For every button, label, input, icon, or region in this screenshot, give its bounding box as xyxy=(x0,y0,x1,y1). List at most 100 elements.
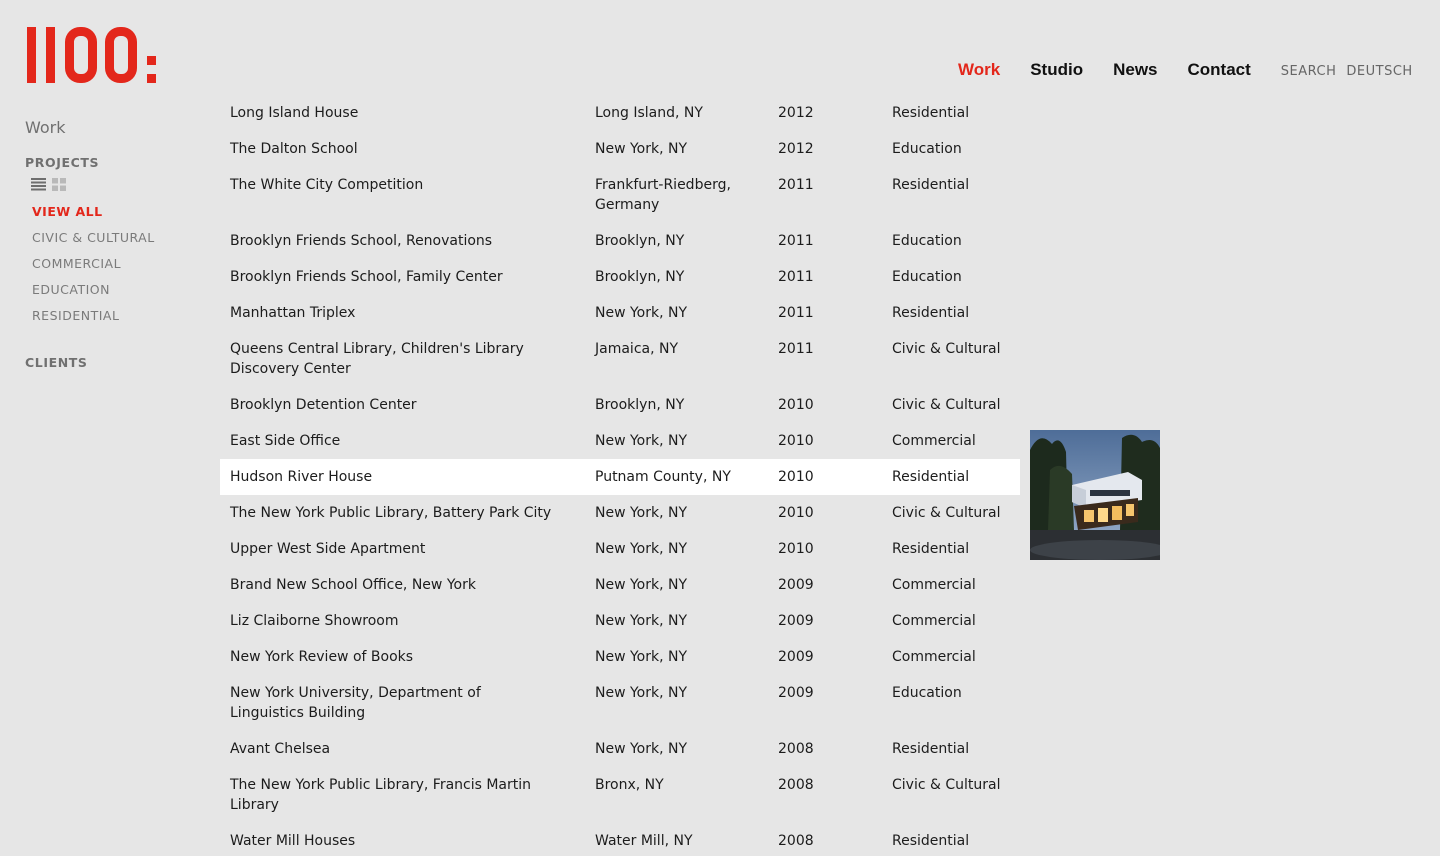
project-row[interactable]: Upper West Side Apartment New York, NY 201… xyxy=(220,531,1020,567)
project-year: 2012 xyxy=(778,141,814,157)
project-row-hovered[interactable]: Hudson River House Putnam County, NY 2010 R… xyxy=(220,459,1020,495)
project-location: Bronx, NY xyxy=(595,777,664,793)
project-location: New York, NY xyxy=(595,505,688,521)
project-year: 2011 xyxy=(778,233,814,249)
project-row[interactable]: East Side Office New York, NY 2010 Commerci… xyxy=(220,423,1020,459)
project-type: Residential xyxy=(892,177,970,193)
project-type: Education xyxy=(892,269,962,285)
project-location: Water Mill, NY xyxy=(595,833,693,849)
project-row[interactable]: Long Island House Long Island, NY 2012 Resi… xyxy=(220,95,1020,131)
projects-label[interactable]: PROJECTS xyxy=(25,155,205,170)
project-location: New York, NY xyxy=(595,433,688,449)
project-year: 2008 xyxy=(778,741,814,757)
project-year: 2011 xyxy=(778,177,814,193)
sidebar-title: Work xyxy=(25,118,66,137)
page: Work Studio News Contact SEARCH DEUTSCH … xyxy=(0,0,1440,856)
project-name: Water Mill Houses xyxy=(230,833,356,849)
project-row[interactable]: New York University, Department of Lingu… xyxy=(220,675,1020,731)
project-name: Brooklyn Friends School, Renovations xyxy=(230,233,493,249)
project-row[interactable]: The New York Public Library, Francis Mar… xyxy=(220,767,1020,823)
filter-residential[interactable]: RESIDENTIAL xyxy=(32,309,205,335)
project-row[interactable]: Brooklyn Friends School, Renovations Broo… xyxy=(220,223,1020,259)
project-type: Residential xyxy=(892,469,970,485)
project-location: New York, NY xyxy=(595,577,688,593)
grid-view-icon[interactable] xyxy=(52,178,66,191)
project-type: Education xyxy=(892,233,962,249)
project-row[interactable]: Brand New School Office, New York New Yor… xyxy=(220,567,1020,603)
project-name: Upper West Side Apartment xyxy=(230,541,426,557)
project-name: Brooklyn Detention Center xyxy=(230,397,417,413)
project-location: New York, NY xyxy=(595,685,688,701)
project-type: Commercial xyxy=(892,577,976,593)
project-year: 2009 xyxy=(778,613,814,629)
list-view-icon[interactable] xyxy=(31,178,46,191)
nav-contact[interactable]: Contact xyxy=(1188,60,1251,80)
project-name: Liz Claiborne Showroom xyxy=(230,613,399,629)
project-row[interactable]: Avant Chelsea New York, NY 2008 Residential xyxy=(220,731,1020,767)
sidebar: Work PROJECTS VIEW ALL CIVIC & CULTURAL … xyxy=(25,118,205,370)
project-row[interactable]: Liz Claiborne Showroom New York, NY 2009 Co… xyxy=(220,603,1020,639)
project-row[interactable]: Queens Central Library, Children's Libra… xyxy=(220,331,1020,387)
project-location: Putnam County, NY xyxy=(595,469,731,485)
project-name: Queens Central Library, Children's Libra… xyxy=(230,341,524,377)
logo-1100[interactable] xyxy=(25,26,160,84)
project-year: 2008 xyxy=(778,777,814,793)
project-row[interactable]: The Dalton School New York, NY 2012 Educati… xyxy=(220,131,1020,167)
project-name: The New York Public Library, Battery Par… xyxy=(230,505,552,521)
project-name: New York Review of Books xyxy=(230,649,414,665)
project-location: Brooklyn, NY xyxy=(595,233,685,249)
project-year: 2011 xyxy=(778,305,814,321)
project-row[interactable]: Water Mill Houses Water Mill, NY 2008 Resid… xyxy=(220,823,1020,856)
project-year: 2009 xyxy=(778,649,814,665)
project-list: Long Island House Long Island, NY 2012 Resi… xyxy=(220,95,1020,856)
project-name: Manhattan Triplex xyxy=(230,305,356,321)
project-year: 2010 xyxy=(778,541,814,557)
project-row[interactable]: Brooklyn Detention Center Brooklyn, NY 201… xyxy=(220,387,1020,423)
language-link[interactable]: DEUTSCH xyxy=(1346,64,1412,79)
project-year: 2009 xyxy=(778,577,814,593)
nav-studio[interactable]: Studio xyxy=(1030,60,1083,80)
project-type: Civic & Cultural xyxy=(892,777,1001,793)
project-row[interactable]: Manhattan Triplex New York, NY 2011 Residen… xyxy=(220,295,1020,331)
project-year: 2010 xyxy=(778,433,814,449)
project-name: New York University, Department of Lingu… xyxy=(230,685,481,721)
project-name: Brooklyn Friends School, Family Center xyxy=(230,269,503,285)
project-name: The New York Public Library, Francis Mar… xyxy=(230,777,532,813)
project-name: Avant Chelsea xyxy=(230,741,331,757)
project-year: 2011 xyxy=(778,269,814,285)
project-type: Commercial xyxy=(892,649,976,665)
filter-education[interactable]: EDUCATION xyxy=(32,283,205,309)
project-year: 2011 xyxy=(778,341,814,357)
project-location: Brooklyn, NY xyxy=(595,397,685,413)
project-type: Commercial xyxy=(892,613,976,629)
search-link[interactable]: SEARCH xyxy=(1281,64,1337,79)
project-row[interactable]: New York Review of Books New York, NY 2009… xyxy=(220,639,1020,675)
project-row[interactable]: The White City Competition Frankfurt-Ried… xyxy=(220,167,1020,223)
project-row[interactable]: The New York Public Library, Battery Par… xyxy=(220,495,1020,531)
project-location: New York, NY xyxy=(595,613,688,629)
project-type: Residential xyxy=(892,541,970,557)
project-location: Brooklyn, NY xyxy=(595,269,685,285)
project-type: Commercial xyxy=(892,433,976,449)
project-preview-image[interactable] xyxy=(1030,430,1160,560)
clients-label[interactable]: CLIENTS xyxy=(25,355,205,370)
project-year: 2009 xyxy=(778,685,814,701)
project-location: New York, NY xyxy=(595,141,688,157)
filter-view-all[interactable]: VIEW ALL xyxy=(32,205,205,231)
main-nav: Work Studio News Contact SEARCH DEUTSCH xyxy=(958,60,1423,80)
filter-commercial[interactable]: COMMERCIAL xyxy=(32,257,205,283)
project-year: 2008 xyxy=(778,833,814,849)
project-year: 2010 xyxy=(778,469,814,485)
project-row[interactable]: Brooklyn Friends School, Family Center Br… xyxy=(220,259,1020,295)
project-type: Education xyxy=(892,141,962,157)
project-year: 2010 xyxy=(778,397,814,413)
project-year: 2012 xyxy=(778,105,814,121)
filter-civic-cultural[interactable]: CIVIC & CULTURAL xyxy=(32,231,205,257)
project-type: Education xyxy=(892,685,962,701)
project-location: New York, NY xyxy=(595,741,688,757)
nav-work[interactable]: Work xyxy=(958,60,1000,80)
project-type: Civic & Cultural xyxy=(892,341,1001,357)
nav-news[interactable]: News xyxy=(1113,60,1157,80)
project-filters: VIEW ALL CIVIC & CULTURAL COMMERCIAL EDU… xyxy=(25,205,205,335)
project-location: New York, NY xyxy=(595,541,688,557)
